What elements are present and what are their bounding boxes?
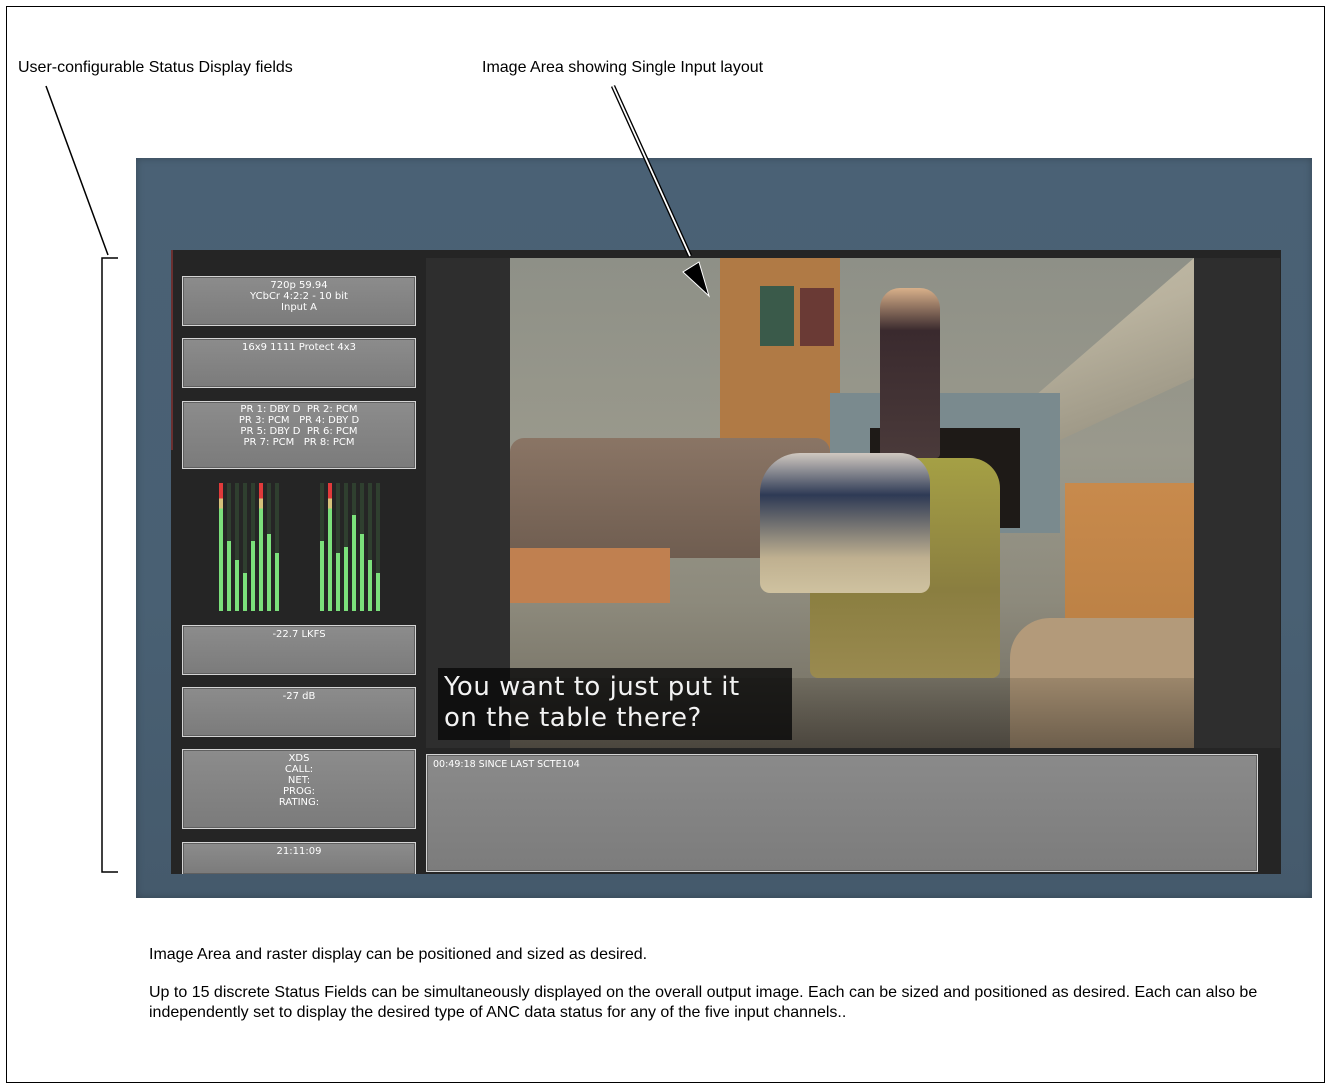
status-field-xds[interactable]: XDS CALL: NET: PROG: RATING: [182,749,416,829]
status-field-afd[interactable]: 16x9 1111 Protect 4x3 [182,338,416,388]
meter-bar [352,515,356,611]
audio-pair-line-3: PR 5: DBY D PR 6: PCM [240,426,358,437]
meter-bar [320,541,324,611]
meter-bar [235,560,239,611]
scte104-text: 00:49:18 SINCE LAST SCTE104 [433,759,580,770]
format-line-1: 720p 59.94 [270,280,328,291]
format-line-3: Input A [281,302,317,313]
meter-bar [275,553,279,611]
status-fields-callout: User-configurable Status Display fields [18,59,293,76]
wall-art-left [760,286,794,346]
image-area-callout: Image Area showing Single Input layout [482,59,764,76]
audio-pair-line-4: PR 7: PCM PR 8: PCM [243,437,355,448]
standing-woman [880,288,940,458]
description-line-1: Image Area and raster display can be pos… [149,946,648,963]
status-field-audio-pairs[interactable]: PR 1: DBY D PR 2: PCM PR 3: PCM PR 4: DB… [182,401,416,469]
meter-bar [259,483,263,611]
coffee-table [510,548,670,603]
meter-bar [344,547,348,611]
status-field-level[interactable]: -27 dB [182,687,416,737]
meter-bar [251,541,255,611]
seated-man [760,453,930,593]
xds-line-3: NET: [287,775,311,786]
audio-pair-line-1: PR 1: DBY D PR 2: PCM [240,404,358,415]
level-text: -27 dB [282,691,316,702]
time-text: 21:11:09 [276,846,322,857]
meter-bar [376,573,380,611]
audio-pair-line-2: PR 3: PCM PR 4: DBY D [238,415,360,426]
status-field-time[interactable]: 21:11:09 [182,842,416,874]
xds-line-1: XDS [288,753,310,764]
meter-bar [227,541,231,611]
format-line-2: YCbCr 4:2:2 - 10 bit [250,291,348,302]
caption-line-1: You want to just put it [444,672,740,702]
meter-bar [243,573,247,611]
raster-edge-accent [171,250,173,450]
xds-line-4: PROG: [283,786,315,797]
meter-bar [336,553,340,611]
description-line-2: Up to 15 discrete Status Fields can be s… [149,984,1258,1021]
status-field-scte104[interactable]: 00:49:18 SINCE LAST SCTE104 [426,754,1258,872]
caption-line-2: on the table there? [444,703,702,733]
wall-art-right [800,288,834,346]
status-field-format[interactable]: 720p 59.94 YCbCr 4:2:2 - 10 bit Input A [182,276,416,326]
meter-bar [328,483,332,611]
afd-text: 16x9 1111 Protect 4x3 [242,342,356,353]
meter-bar [219,483,223,611]
xds-line-5: RATING: [278,797,320,808]
meter-bar [267,534,271,611]
meter-bar [360,534,364,611]
loudness-text: -22.7 LKFS [272,629,326,640]
status-field-loudness[interactable]: -22.7 LKFS [182,625,416,675]
xds-line-2: CALL: [284,764,314,775]
meter-bar [368,560,372,611]
